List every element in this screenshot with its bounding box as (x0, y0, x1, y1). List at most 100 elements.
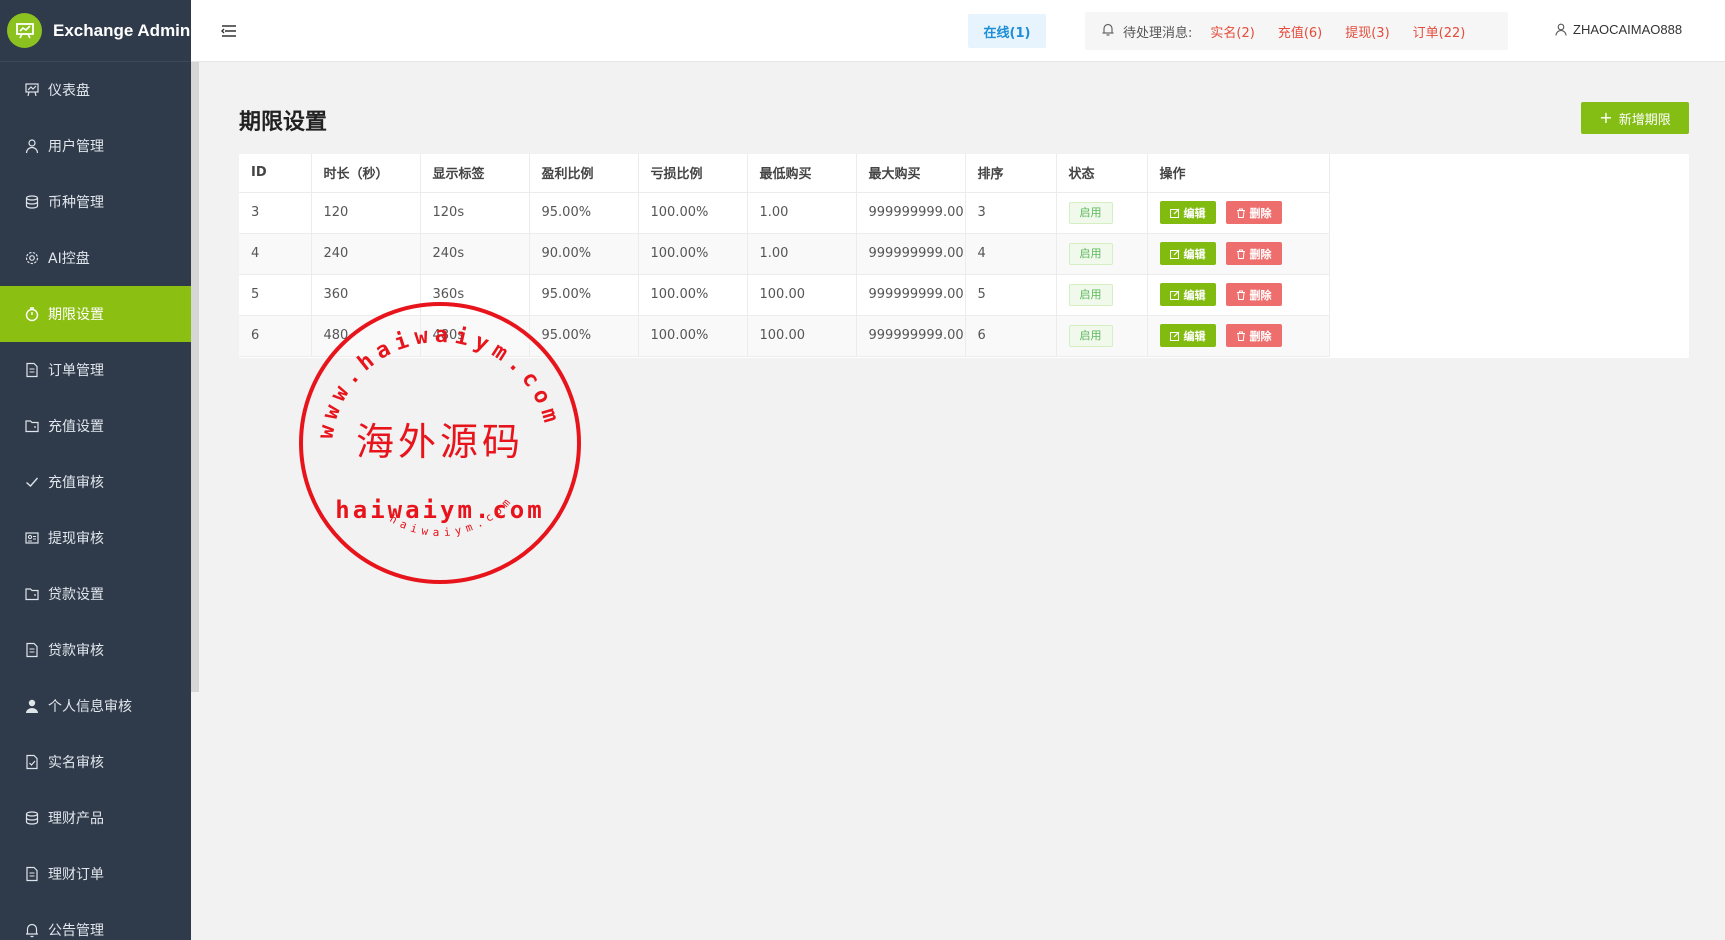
cell-duration: 120 (311, 192, 421, 234)
cell-display-label: 120s (420, 192, 530, 234)
sidebar-item[interactable]: 期限设置 (0, 286, 191, 342)
add-term-label: 新增期限 (1618, 112, 1671, 128)
check-icon (24, 474, 40, 490)
table-row: 3 120 120s 95.00% 100.00% 1.00 999999999.00 3 启用… (239, 192, 1330, 234)
sidebar-item[interactable]: 订单管理 (0, 342, 191, 398)
edit-button[interactable]: 编辑 (1159, 242, 1216, 265)
sidebar-item[interactable]: 理财产品 (0, 790, 191, 846)
cell-sort: 4 (965, 233, 1057, 275)
sidebar-item[interactable]: 用户管理 (0, 118, 191, 174)
sidebar-item-label: 币种管理 (48, 195, 104, 211)
add-term-button[interactable]: + 新增期限 (1581, 102, 1689, 134)
document-icon (24, 866, 40, 882)
brand[interactable]: Exchange Admin (0, 0, 191, 62)
notice-label: 待处理消息: (1123, 25, 1193, 41)
delete-label: 删除 (1249, 288, 1272, 302)
sidebar-item-label: 理财订单 (48, 867, 104, 883)
sidebar-item[interactable]: 贷款设置 (0, 566, 191, 622)
notice-recharge-link[interactable]: 充值(6) (1278, 22, 1322, 41)
folder-icon (24, 586, 40, 602)
app-title: Exchange Admin (53, 20, 191, 40)
plus-icon: + (1599, 108, 1613, 127)
sidebar-item[interactable]: 理财订单 (0, 846, 191, 902)
bell-icon (1101, 22, 1115, 41)
user-menu[interactable]: ZHAOCAIMAO888 (1555, 22, 1682, 37)
sidebar-item[interactable]: 提现审核 (0, 510, 191, 566)
logo-icon (7, 13, 42, 48)
cell-actions: 编辑 删除 (1147, 192, 1330, 234)
edit-label: 编辑 (1183, 247, 1206, 261)
column-header: 最低购买 (747, 154, 857, 193)
sidebar-item-label: 仪表盘 (48, 83, 90, 99)
cell-profit-rate: 90.00% (529, 233, 639, 275)
sidebar-item[interactable]: 币种管理 (0, 174, 191, 230)
watermark-center-text: 海外源码 (356, 420, 524, 464)
notice-withdraw-link[interactable]: 提现(3) (1345, 22, 1389, 41)
edit-icon (1169, 290, 1180, 300)
edit-button[interactable]: 编辑 (1159, 201, 1216, 224)
notice-realname-link[interactable]: 实名(2) (1210, 22, 1254, 41)
sidebar-item-label: 期限设置 (48, 307, 104, 323)
timer-icon (24, 306, 40, 322)
cell-id: 4 (239, 233, 312, 275)
username: ZHAOCAIMAO888 (1573, 22, 1683, 37)
menu-toggle-icon[interactable] (221, 24, 237, 38)
edit-button[interactable]: 编辑 (1159, 283, 1216, 306)
column-header: 盈利比例 (529, 154, 639, 193)
delete-button[interactable]: 删除 (1225, 324, 1282, 347)
sidebar-item[interactable]: 贷款审核 (0, 622, 191, 678)
card-icon (24, 530, 40, 546)
document-icon (24, 362, 40, 378)
cell-sort: 3 (965, 192, 1057, 234)
status-badge: 启用 (1068, 283, 1113, 306)
column-header: 状态 (1056, 154, 1148, 193)
cell-status: 启用 (1056, 233, 1148, 275)
notice-order-link[interactable]: 订单(22) (1413, 22, 1466, 41)
column-header: 亏损比例 (638, 154, 748, 193)
sidebar-item-label: 实名审核 (48, 755, 104, 771)
user-icon (24, 138, 40, 154)
delete-label: 删除 (1249, 247, 1272, 261)
online-badge[interactable]: 在线(1) (968, 14, 1046, 48)
sidebar-item[interactable]: 充值设置 (0, 398, 191, 454)
folder-icon (24, 418, 40, 434)
cell-min-buy: 100.00 (747, 315, 857, 357)
cell-status: 启用 (1056, 274, 1148, 316)
status-badge: 启用 (1068, 242, 1113, 265)
column-header: 操作 (1147, 154, 1330, 193)
verified-doc-icon (24, 754, 40, 770)
cell-duration: 240 (311, 233, 421, 275)
sidebar-scrollbar[interactable] (191, 62, 199, 692)
cell-sort: 6 (965, 315, 1057, 357)
cell-loss-rate: 100.00% (638, 315, 748, 357)
sidebar-item[interactable]: 个人信息审核 (0, 678, 191, 734)
column-header: 最大购买 (856, 154, 966, 193)
delete-button[interactable]: 删除 (1225, 201, 1282, 224)
cell-loss-rate: 100.00% (638, 274, 748, 316)
sidebar-item-label: 充值设置 (48, 419, 104, 435)
trash-icon (1236, 208, 1246, 218)
trash-icon (1236, 331, 1246, 341)
table-row: 4 240 240s 90.00% 100.00% 1.00 999999999.00 4 启用… (239, 233, 1330, 275)
cell-actions: 编辑 删除 (1147, 274, 1330, 316)
sidebar-item[interactable]: 仪表盘 (0, 62, 191, 118)
edit-button[interactable]: 编辑 (1159, 324, 1216, 347)
sidebar: Exchange Admin 仪表盘用户管理币种管理 AI控盘期限设置订单管理充值… (0, 0, 191, 940)
sidebar-item-label: 充值审核 (48, 475, 104, 491)
sidebar-item[interactable]: 公告管理 (0, 902, 191, 940)
column-header: ID (239, 154, 312, 193)
sidebar-item[interactable]: 实名审核 (0, 734, 191, 790)
sidebar-menu: 仪表盘用户管理币种管理 AI控盘期限设置订单管理充值设置充值审核提现审核 贷款设置贷… (0, 62, 191, 940)
bell-icon (24, 922, 40, 938)
delete-button[interactable]: 删除 (1225, 283, 1282, 306)
column-header: 排序 (965, 154, 1057, 193)
dashboard-icon (24, 82, 40, 98)
sidebar-item[interactable]: 充值审核 (0, 454, 191, 510)
delete-button[interactable]: 删除 (1225, 242, 1282, 265)
delete-label: 删除 (1249, 329, 1272, 343)
sidebar-item[interactable]: AI控盘 (0, 230, 191, 286)
cell-loss-rate: 100.00% (638, 233, 748, 275)
gear-icon (24, 250, 40, 266)
pending-notices: 待处理消息: 实名(2) 充值(6) 提现(3) 订单(22) (1085, 12, 1508, 50)
sidebar-item-label: AI控盘 (48, 251, 90, 267)
